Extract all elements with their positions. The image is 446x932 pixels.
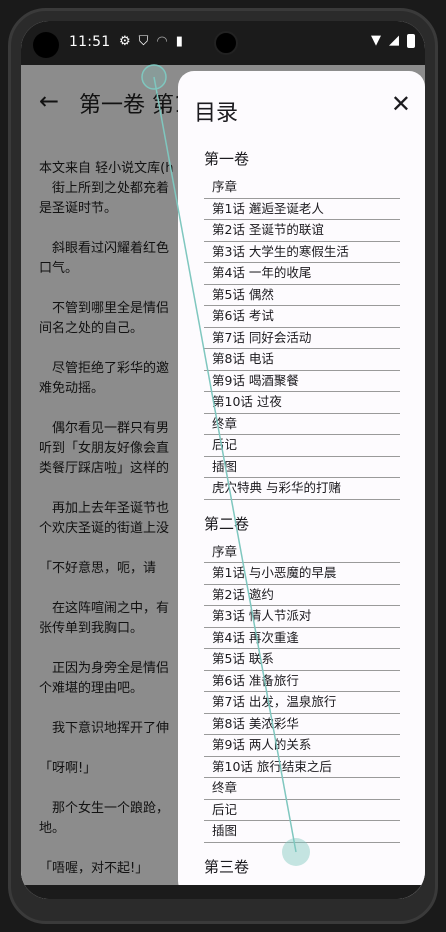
toc-chapter-item[interactable]: 插图 xyxy=(204,457,400,478)
toc-chapter-item[interactable]: 第8话 电话 xyxy=(204,349,400,371)
toc-volume-header[interactable]: 第一卷 xyxy=(204,145,400,173)
toc-chapter-item[interactable]: 第9话 两人的关系 xyxy=(204,735,400,757)
toc-chapter-item[interactable]: 第5话 偶然 xyxy=(204,285,400,306)
toc-chapter-item[interactable]: 第7话 出发，温泉旅行 xyxy=(204,692,400,714)
toc-chapter-item[interactable]: 后记 xyxy=(204,800,400,821)
toc-chapter-item[interactable]: 第6话 考试 xyxy=(204,306,400,328)
toc-chapter-item[interactable]: 第1话 与小恶魔的早晨 xyxy=(204,563,400,585)
wifi-icon: ▼ xyxy=(371,33,381,48)
battery-icon xyxy=(407,33,415,48)
status-time: 11:51 xyxy=(69,34,111,50)
toc-chapter-item[interactable]: 第6话 准备旅行 xyxy=(204,671,400,692)
toc-chapter-item[interactable]: 终章 xyxy=(204,778,400,800)
signal-icon: ◢ xyxy=(389,33,399,48)
toc-chapter-item[interactable]: 序章 xyxy=(204,542,400,563)
toc-chapter-item[interactable]: 第9话 喝酒聚餐 xyxy=(204,371,400,392)
front-camera xyxy=(214,31,238,55)
camera-cutout xyxy=(33,32,59,58)
device-frame: 11:51 ⚙ ⛉ ◠ ▮ ▼ ◢ ← 第一卷 第1 本文来自 轻小说文库(h … xyxy=(8,8,438,924)
toc-volume-header[interactable]: 第三卷 xyxy=(204,853,400,881)
toc-chapter-item[interactable]: 第3话 情人节派对 xyxy=(204,606,400,628)
toc-chapter-item[interactable]: 第4话 再次重逢 xyxy=(204,628,400,649)
toc-list: 第一卷 序章 第1话 邂逅圣诞老人 第2话 圣诞节的联谊 第3话 大学生的寒假生活 第4话… xyxy=(204,145,400,891)
toc-chapter-item[interactable]: 后记 xyxy=(204,435,400,457)
toc-chapter-item[interactable]: 第2话 邀约 xyxy=(204,585,400,606)
toc-chapter-item[interactable]: 第2话 圣诞节的联谊 xyxy=(204,220,400,242)
toc-volume-header[interactable]: 第二卷 xyxy=(204,510,400,538)
toc-chapter-item[interactable]: 第7话 同好会活动 xyxy=(204,328,400,349)
status-bar: 11:51 ⚙ ⛉ ◠ ▮ ▼ ◢ xyxy=(21,21,425,65)
toc-chapter-item[interactable]: 第5话 联系 xyxy=(204,649,400,671)
toc-chapter-item[interactable]: 第1话 邂逅圣诞老人 xyxy=(204,199,400,220)
toc-chapter-item[interactable]: 序章 xyxy=(204,177,400,199)
toc-chapter-item[interactable]: 第10话 旅行结束之后 xyxy=(204,757,400,778)
toc-chapter-list: 序章 第1话 与小恶魔的早晨 第2话 邀约 第3话 情人节派对 第4话 再次重逢 第5话 … xyxy=(204,542,400,843)
toc-chapter-item[interactable]: 第3话 大学生的寒假生活 xyxy=(204,242,400,263)
toc-chapter-item[interactable]: 终章 xyxy=(204,414,400,435)
toc-chapter-item[interactable]: 虎穴特典 与彩华的打赌 xyxy=(204,478,400,500)
navigation-bar xyxy=(21,885,425,899)
drawer-title: 目录 xyxy=(194,101,239,126)
toc-chapter-item[interactable]: 插图 xyxy=(204,821,400,843)
screen: 11:51 ⚙ ⛉ ◠ ▮ ▼ ◢ ← 第一卷 第1 本文来自 轻小说文库(h … xyxy=(21,21,425,899)
shield-icon: ⛉ xyxy=(138,34,149,49)
gear-icon: ⚙ xyxy=(119,34,131,49)
close-icon[interactable]: ✕ xyxy=(391,91,411,117)
wifi-off-icon: ◠ xyxy=(156,34,168,49)
sdcard-icon: ▮ xyxy=(175,34,183,49)
toc-drawer: 目录 ✕ 第一卷 序章 第1话 邂逅圣诞老人 第2话 圣诞节的联谊 第3话 大学生的寒假… xyxy=(178,71,425,897)
toc-chapter-item[interactable]: 第4话 一年的收尾 xyxy=(204,263,400,285)
toc-chapter-item[interactable]: 第8话 美浓彩华 xyxy=(204,714,400,735)
toc-chapter-item[interactable]: 第10话 过夜 xyxy=(204,392,400,414)
toc-chapter-list: 序章 第1话 邂逅圣诞老人 第2话 圣诞节的联谊 第3话 大学生的寒假生活 第4话 一年… xyxy=(204,177,400,500)
